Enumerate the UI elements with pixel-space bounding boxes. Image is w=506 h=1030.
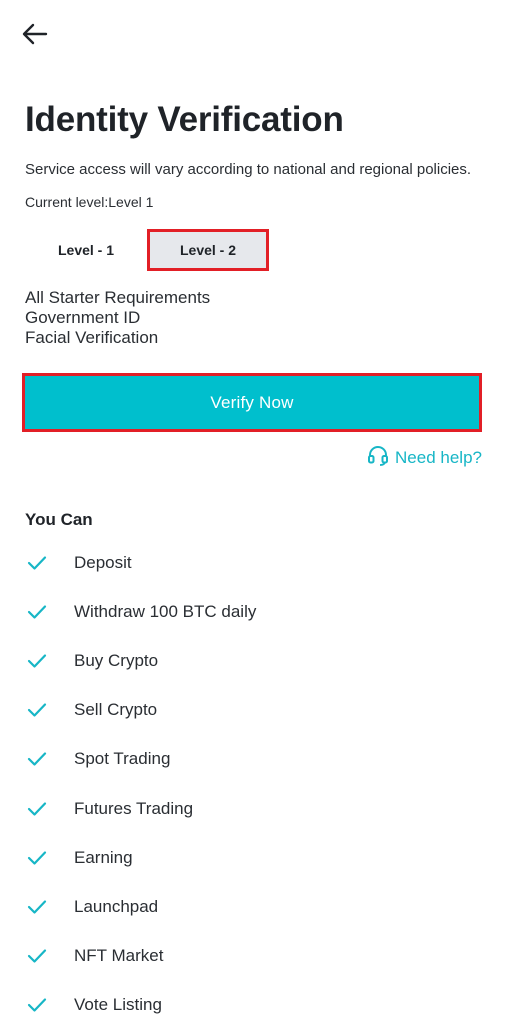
page-title: Identity Verification (25, 100, 344, 139)
you-can-heading: You Can (25, 510, 93, 529)
check-icon (25, 698, 49, 722)
feature-label: Launchpad (74, 896, 159, 916)
requirement-item: Facial Verification (25, 328, 159, 347)
check-icon (25, 600, 49, 624)
feature-label: Earning (74, 847, 133, 867)
check-icon (25, 993, 49, 1017)
requirement-item: Government ID (25, 308, 141, 327)
feature-item-buy-crypto: Buy Crypto (25, 636, 256, 685)
headset-icon (367, 444, 389, 471)
tab-level-2[interactable]: Level - 2 (147, 229, 269, 271)
check-icon (25, 846, 49, 870)
check-icon (25, 944, 49, 968)
feature-item-vote-listing: Vote Listing (25, 981, 256, 1030)
check-icon (25, 895, 49, 919)
feature-item-launchpad: Launchpad (25, 882, 256, 931)
tab-level-1[interactable]: Level - 1 (25, 229, 147, 271)
feature-label: Spot Trading (74, 749, 171, 769)
current-level-text: Current level:Level 1 (25, 194, 154, 210)
feature-list: Deposit Withdraw 100 BTC daily Buy Crypt… (25, 538, 256, 1030)
feature-label: NFT Market (74, 946, 164, 966)
feature-label: Deposit (74, 552, 132, 572)
feature-label: Sell Crypto (74, 700, 158, 720)
requirements-list: All Starter Requirements Government ID F… (25, 288, 210, 348)
check-icon (25, 747, 49, 771)
feature-item-futures-trading: Futures Trading (25, 784, 256, 833)
feature-label: Futures Trading (74, 798, 194, 818)
feature-item-sell-crypto: Sell Crypto (25, 686, 256, 735)
feature-label: Withdraw 100 BTC daily (74, 601, 257, 621)
tab-level-2-label: Level - 2 (179, 242, 237, 258)
check-icon (25, 797, 49, 821)
back-button[interactable] (18, 20, 52, 52)
feature-item-withdraw: Withdraw 100 BTC daily (25, 587, 256, 636)
verify-now-label: Verify Now (210, 392, 294, 412)
feature-item-earning: Earning (25, 833, 256, 882)
need-help-link[interactable]: Need help? (367, 444, 482, 471)
feature-item-deposit: Deposit (25, 538, 256, 587)
feature-item-spot-trading: Spot Trading (25, 735, 256, 784)
tab-level-1-label: Level - 1 (57, 242, 115, 258)
need-help-label: Need help? (395, 447, 482, 467)
verify-now-button[interactable]: Verify Now (22, 373, 482, 432)
requirement-item: All Starter Requirements (25, 288, 211, 307)
check-icon (25, 649, 49, 673)
feature-label: Buy Crypto (74, 650, 159, 670)
policy-notice: Service access will vary according to na… (25, 161, 472, 178)
level-tabs: Level - 1 Level - 2 (25, 229, 269, 271)
feature-item-nft-market: NFT Market (25, 932, 256, 981)
check-icon (25, 551, 49, 575)
feature-label: Vote Listing (74, 995, 162, 1015)
arrow-left-icon (22, 23, 48, 50)
